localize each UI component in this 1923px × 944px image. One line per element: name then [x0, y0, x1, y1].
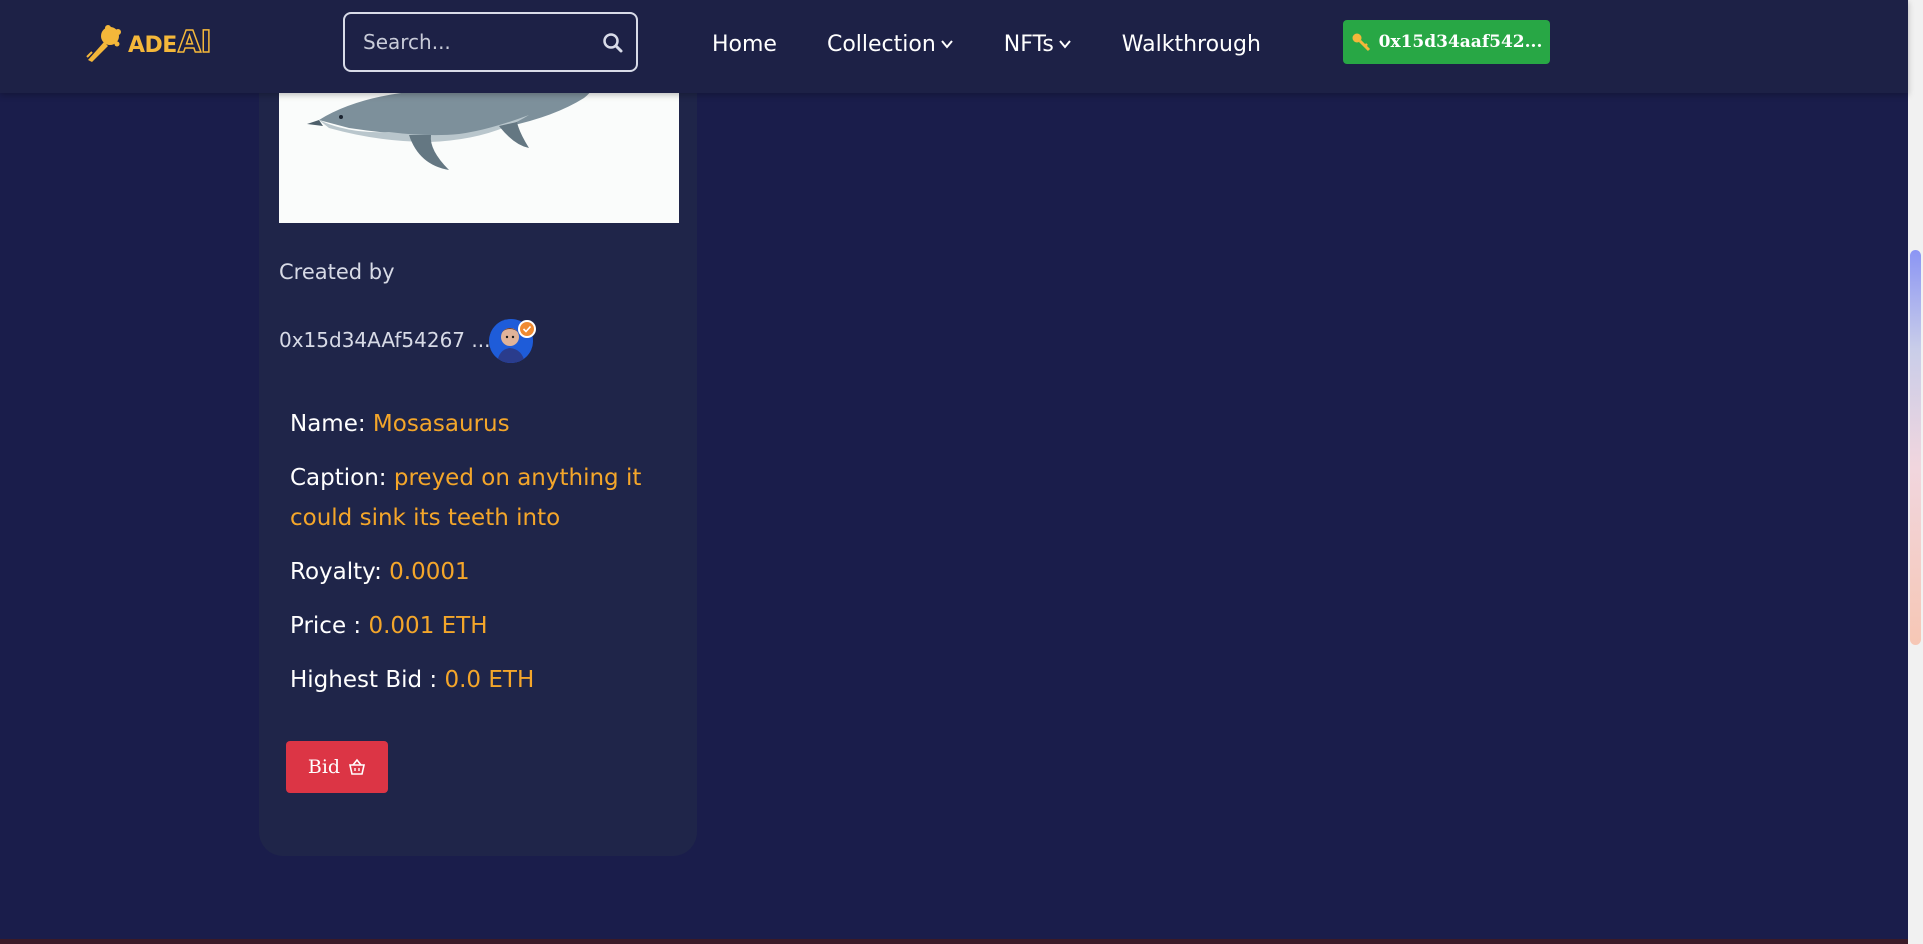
nav-nfts[interactable]: NFTs [1004, 32, 1072, 57]
price-label: Price : [290, 613, 362, 639]
scrollbar-thumb[interactable] [1910, 250, 1921, 645]
royalty-label: Royalty: [290, 559, 382, 585]
key-icon [1352, 33, 1370, 52]
highest-bid-value: 0.0 ETH [444, 667, 535, 693]
caption-label: Caption: [290, 465, 387, 491]
price-value: 0.001 ETH [368, 613, 488, 639]
logo-text: ADEAI [128, 24, 212, 61]
wallet-address-label: 0x15d34aaf542... [1378, 32, 1543, 52]
wallet-address-button[interactable]: 0x15d34aaf542... [1343, 20, 1550, 64]
bid-button-label: Bid [307, 756, 341, 778]
main-nav: Home Collection NFTs Walkthrough [712, 24, 1311, 64]
royalty-value: 0.0001 [389, 559, 470, 585]
logo[interactable]: ADEAI [84, 20, 219, 64]
nav-collection[interactable]: Collection [827, 32, 954, 57]
name-value: Mosasaurus [372, 411, 510, 437]
search-icon[interactable] [602, 32, 624, 54]
nav-walkthrough[interactable]: Walkthrough [1122, 32, 1261, 57]
navbar: ADEAI Home Collection NFTs Walkthrough 0… [0, 0, 1908, 93]
logo-torch-icon [84, 20, 128, 64]
nav-home[interactable]: Home [712, 32, 777, 57]
verified-check-icon [518, 320, 536, 338]
chevron-down-icon [941, 40, 953, 49]
search-box [343, 12, 638, 72]
nft-royalty-row: Royalty: 0.0001 [290, 552, 670, 592]
highest-bid-label: Highest Bid : [290, 667, 438, 693]
footer-edge [0, 939, 1908, 944]
nft-name-row: Name: Mosasaurus [290, 404, 670, 444]
search-input[interactable] [345, 30, 585, 54]
name-label: Name: [290, 411, 366, 437]
creator-address[interactable]: 0x15d34AAf54267 ... [279, 328, 490, 352]
created-by-label: Created by [279, 260, 395, 284]
chevron-down-icon [1059, 40, 1071, 49]
basket-icon [349, 758, 366, 775]
nft-highest-bid-row: Highest Bid : 0.0 ETH [290, 660, 670, 700]
bid-button[interactable]: Bid [286, 741, 388, 793]
nft-price-row: Price : 0.001 ETH [290, 606, 670, 646]
nft-caption-row: Caption: preyed on anything it could sin… [290, 458, 670, 538]
